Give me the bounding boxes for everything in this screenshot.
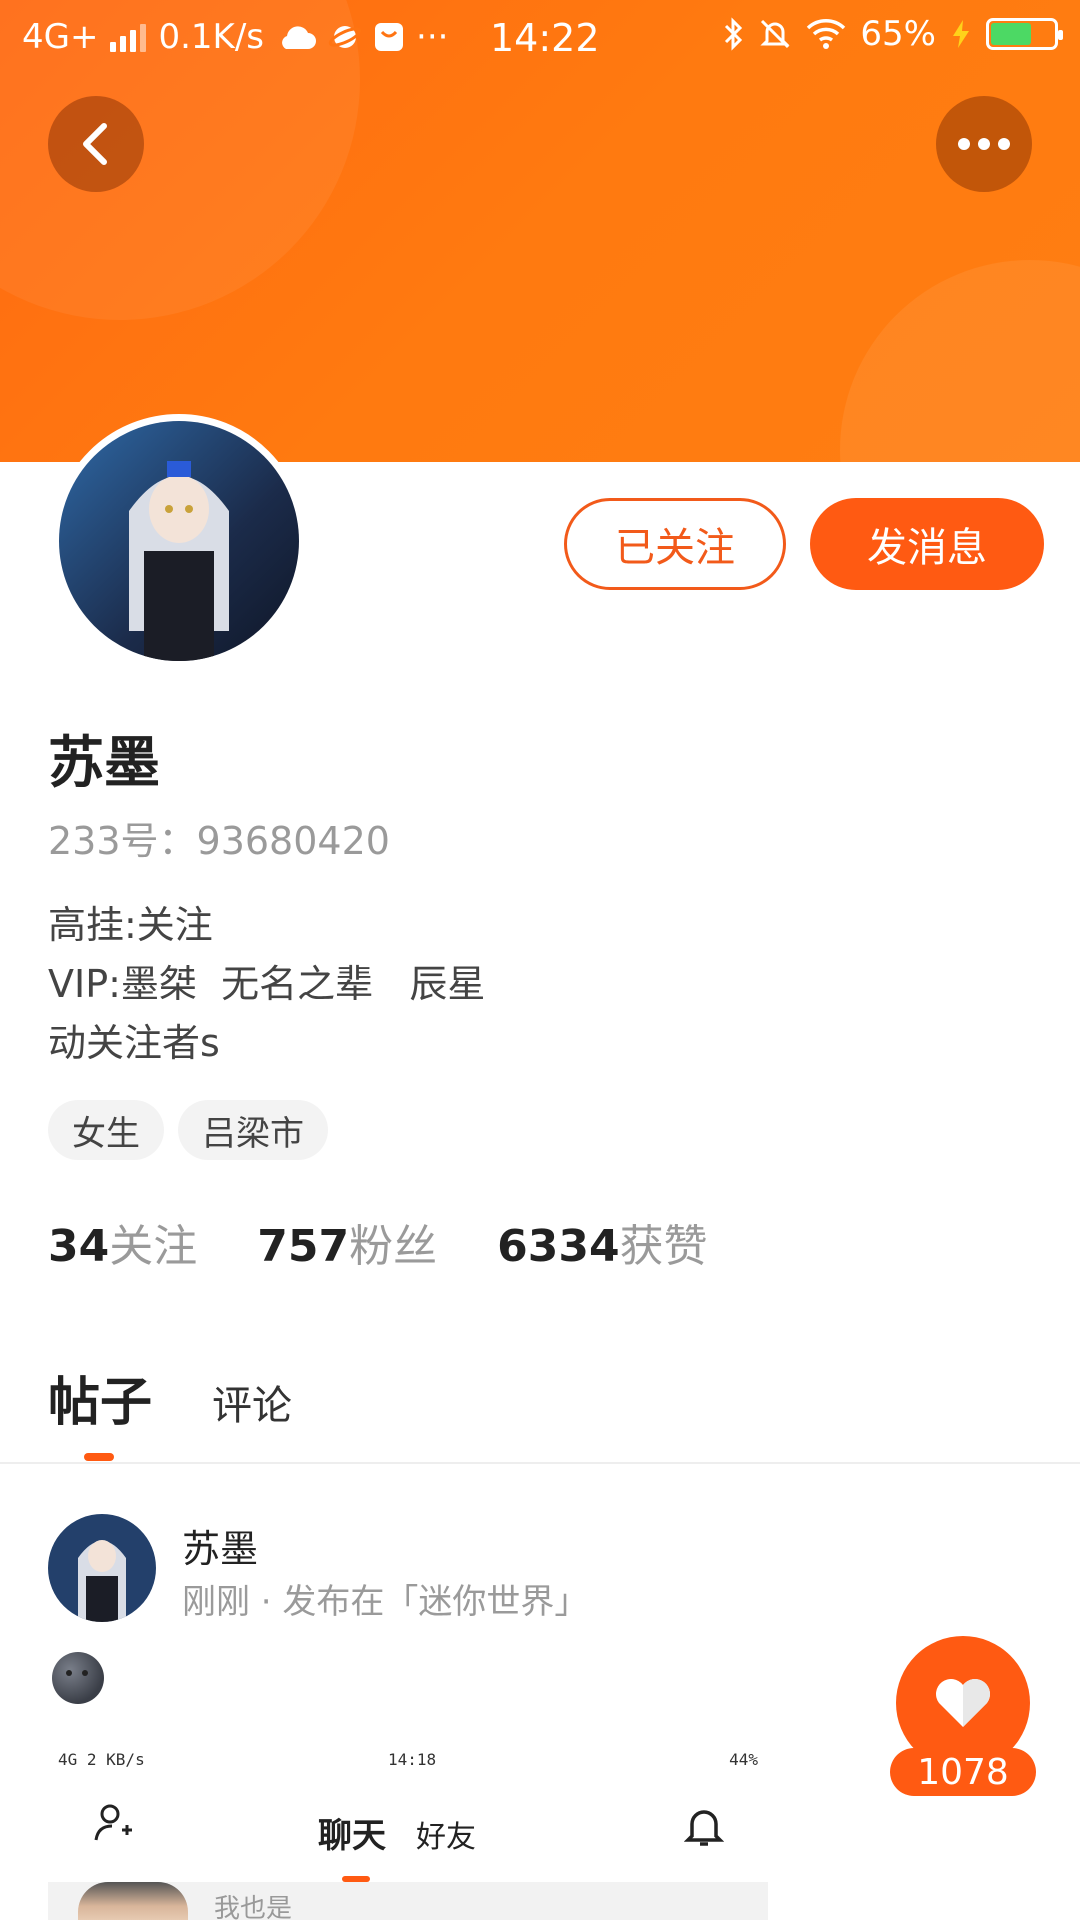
clock: 14:22 — [490, 16, 600, 60]
stat-likes-label: 获赞 — [619, 1221, 708, 1272]
post-meta: 刚刚 · 发布在「迷你世界」 — [182, 1582, 589, 1622]
moon-emoji — [52, 1652, 104, 1704]
profile-bio: 高挂:关注 VIP:墨桀 无名之辈 辰星 动关注者s — [48, 903, 486, 1065]
battery-icon — [986, 18, 1063, 50]
post-author-name[interactable]: 苏墨 — [182, 1518, 258, 1573]
cloud-icon — [282, 26, 317, 49]
embedded-status-battery: 44% — [729, 1750, 758, 1769]
embedded-message-row: 我也是 — [48, 1882, 768, 1920]
bluetooth-icon — [725, 17, 743, 51]
more-dot-icon — [998, 138, 1010, 150]
stat-following[interactable]: 34关注 — [48, 1210, 197, 1274]
profile-avatar[interactable] — [52, 414, 306, 668]
heart-icon — [936, 1679, 990, 1727]
active-tab-indicator — [84, 1453, 114, 1461]
stat-followers-label: 粉丝 — [349, 1221, 438, 1272]
avatar-image — [48, 1514, 156, 1622]
embedded-message-text: 我也是 — [214, 1894, 293, 1920]
content-tabs: 帖子 评论 — [48, 1360, 292, 1435]
back-button[interactable] — [48, 96, 144, 192]
tab-comments[interactable]: 评论 — [212, 1373, 292, 1435]
tag-city: 吕梁市 — [178, 1100, 328, 1160]
stat-followers-value: 757 — [257, 1221, 350, 1272]
battery-percent: 65% — [860, 14, 936, 54]
add-friend-icon — [94, 1804, 132, 1841]
stat-likes[interactable]: 6334获赞 — [497, 1210, 707, 1274]
more-dot-icon — [978, 138, 990, 150]
embedded-tab-chat: 聊天 — [318, 1816, 386, 1856]
wifi-icon — [807, 19, 846, 49]
status-bar: 4G+ 0.1K/s ··· 14:22 65% — [0, 0, 1080, 74]
more-dot-icon — [958, 138, 970, 150]
followed-button[interactable]: 已关注 — [564, 498, 786, 590]
profile-stats: 34关注 757粉丝 6334获赞 — [48, 1210, 708, 1274]
embedded-status-bar: 4G 2 KB/s 14:18 44% — [58, 1750, 758, 1774]
divider — [0, 1462, 1080, 1464]
more-options-button[interactable] — [936, 96, 1032, 192]
tag-gender: 女生 — [48, 1100, 164, 1160]
profile-header-banner: 4G+ 0.1K/s ··· 14:22 65% — [0, 0, 1080, 462]
post-image[interactable]: 4G 2 KB/s 14:18 44% 聊天 好友 我也是 — [48, 1742, 768, 1920]
mail-app-icon — [375, 23, 404, 51]
embedded-tab-friends: 好友 — [416, 1820, 476, 1855]
bell-icon — [684, 1810, 724, 1846]
embedded-tabs: 聊天 好友 — [318, 1808, 476, 1857]
more-notifications: ··· — [416, 17, 449, 57]
profile-tags: 女生 吕梁市 — [48, 1100, 328, 1160]
stat-following-value: 34 — [48, 1221, 110, 1272]
mute-bell-icon — [760, 19, 791, 49]
embedded-avatar — [78, 1882, 188, 1920]
embedded-status-time: 14:18 — [388, 1750, 437, 1769]
chevron-left-icon — [83, 123, 107, 165]
planet-icon — [328, 26, 362, 48]
send-message-button[interactable]: 发消息 — [810, 498, 1044, 590]
network-type: 4G+ — [22, 17, 99, 57]
stat-likes-value: 6334 — [497, 1221, 620, 1272]
profile-uid: 233号：93680420 — [48, 819, 390, 863]
tab-posts[interactable]: 帖子 — [48, 1360, 152, 1435]
stat-followers[interactable]: 757粉丝 — [257, 1210, 437, 1274]
charging-icon — [953, 20, 969, 48]
banner-decoration — [840, 260, 1080, 462]
avatar-image — [59, 421, 299, 661]
network-speed: 0.1K/s — [158, 17, 265, 57]
signal-icon — [110, 22, 147, 52]
embedded-status-left: 4G 2 KB/s — [58, 1750, 145, 1769]
post-author-avatar[interactable] — [48, 1514, 156, 1622]
profile-name: 苏墨 — [48, 731, 160, 796]
like-count: 1078 — [890, 1748, 1036, 1796]
stat-following-label: 关注 — [109, 1221, 198, 1272]
